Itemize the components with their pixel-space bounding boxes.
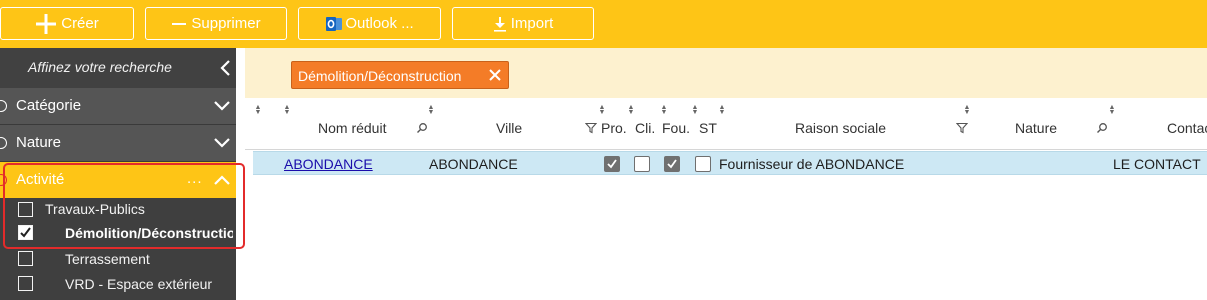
search-icon[interactable]	[1096, 121, 1108, 133]
filter-icon[interactable]	[584, 121, 598, 134]
activity-item-label: Travaux-Publics	[45, 201, 145, 217]
activity-item-label: Démolition/Déconstruction	[65, 225, 233, 241]
download-icon	[493, 16, 507, 32]
table-header: ▲ ▼ ▲ ▼ ▲ ▼ ▲ ▼ ▲ ▼ ▲ ▼ ▲ ▼ ▲ ▼ ▲ ▼ ▲ ▼ Nom réduit…	[245, 98, 1207, 150]
import-button-label: Import	[510, 15, 554, 32]
more-options-button[interactable]: ...	[187, 170, 203, 187]
column-header-cli[interactable]: Cli.	[635, 120, 655, 136]
activity-item-vrd[interactable]: VRD - Espace extérieur	[0, 272, 236, 297]
sort-icon[interactable]: ▲ ▼	[691, 104, 699, 116]
plus-icon	[35, 13, 57, 35]
checkbox-cli[interactable]	[634, 156, 650, 172]
cell-contact: LE CONTACT	[1113, 156, 1201, 172]
column-header-contact[interactable]: Contac	[1167, 120, 1207, 136]
chevron-down-icon	[212, 135, 232, 151]
sidebar-title: Affinez votre recherche	[28, 59, 172, 75]
sort-icon[interactable]: ▲ ▼	[254, 104, 262, 116]
close-icon[interactable]	[488, 68, 502, 82]
sidebar-group-label: Catégorie	[16, 97, 82, 114]
checkbox[interactable]	[18, 251, 33, 266]
sidebar-group-label: Activité	[16, 171, 65, 188]
outlook-icon	[325, 15, 343, 33]
toolbar: Créer Supprimer Outlook ... Import	[0, 0, 1207, 48]
create-button[interactable]: Créer	[0, 7, 134, 40]
checkbox[interactable]	[18, 202, 33, 217]
delete-button[interactable]: Supprimer	[145, 7, 287, 40]
sort-icon[interactable]: ▲ ▼	[963, 104, 971, 116]
sidebar-group-categorie[interactable]: Catégorie	[0, 88, 236, 124]
cell-ville: ABONDANCE	[429, 156, 518, 172]
sidebar: Affinez votre recherche Catégorie Nature…	[0, 48, 236, 300]
sidebar-group-label: Nature	[16, 134, 62, 151]
checkbox-checked[interactable]	[18, 225, 33, 240]
sort-icon[interactable]: ▲ ▼	[627, 104, 635, 116]
sidebar-group-activite[interactable]: Activité ...	[0, 162, 236, 198]
delete-button-label: Supprimer	[191, 15, 261, 32]
sort-icon[interactable]: ▲ ▼	[427, 104, 435, 116]
column-header-pro[interactable]: Pro.	[601, 120, 627, 136]
outlook-button-label: Outlook ...	[345, 15, 414, 32]
checkbox-pro[interactable]	[604, 156, 620, 172]
outlook-button[interactable]: Outlook ...	[298, 7, 441, 40]
filter-chip[interactable]: Démolition/Déconstruction	[291, 61, 509, 89]
sort-icon[interactable]: ▲ ▼	[660, 104, 668, 116]
checkbox-fou[interactable]	[664, 156, 680, 172]
radio-icon	[0, 174, 7, 186]
sort-icon[interactable]: ▲ ▼	[598, 104, 606, 116]
chevron-left-icon[interactable]	[216, 56, 236, 80]
search-icon[interactable]	[416, 121, 428, 133]
activity-item-label: Terrassement	[65, 251, 150, 267]
checkbox[interactable]	[18, 276, 33, 291]
import-button[interactable]: Import	[452, 7, 594, 40]
sidebar-group-nature[interactable]: Nature	[0, 125, 236, 161]
column-header-ville[interactable]: Ville	[496, 120, 522, 136]
chevron-up-icon	[212, 172, 232, 188]
activity-item-label: VRD - Espace extérieur	[65, 276, 213, 292]
column-header-nature[interactable]: Nature	[1015, 120, 1057, 136]
sidebar-header: Affinez votre recherche	[0, 48, 236, 88]
sort-icon[interactable]: ▲ ▼	[1108, 104, 1116, 116]
sidebar-scrollbar[interactable]	[236, 88, 245, 300]
sort-icon[interactable]: ▲ ▼	[718, 104, 726, 116]
sort-icon[interactable]: ▲ ▼	[283, 104, 291, 116]
table-row[interactable]: ABONDANCE ABONDANCE Fournisseur de ABOND…	[253, 151, 1207, 175]
activity-item-terrassement[interactable]: Terrassement	[0, 247, 236, 272]
cell-nom-reduit[interactable]: ABONDANCE	[284, 156, 373, 172]
column-header-raison-sociale[interactable]: Raison sociale	[795, 120, 886, 136]
checkbox-st[interactable]	[695, 156, 711, 172]
activity-item-demolition[interactable]: Démolition/Déconstruction	[0, 221, 236, 246]
chevron-down-icon	[212, 98, 232, 114]
activity-item-travaux-publics[interactable]: Travaux-Publics	[0, 197, 236, 222]
column-header-st[interactable]: ST	[699, 120, 717, 136]
cell-raison-sociale: Fournisseur de ABONDANCE	[719, 156, 905, 172]
column-header-nom-reduit[interactable]: Nom réduit	[318, 120, 386, 136]
column-header-fou[interactable]: Fou.	[662, 120, 690, 136]
radio-icon	[0, 100, 7, 112]
active-filters-bar: Démolition/Déconstruction	[245, 48, 1207, 98]
filter-chip-label: Démolition/Déconstruction	[298, 68, 462, 84]
radio-icon	[0, 137, 7, 149]
filter-icon[interactable]	[955, 121, 969, 134]
create-button-label: Créer	[61, 15, 99, 32]
results-table: ▲ ▼ ▲ ▼ ▲ ▼ ▲ ▼ ▲ ▼ ▲ ▼ ▲ ▼ ▲ ▼ ▲ ▼ ▲ ▼ Nom réduit…	[245, 98, 1207, 300]
minus-icon	[171, 16, 187, 32]
